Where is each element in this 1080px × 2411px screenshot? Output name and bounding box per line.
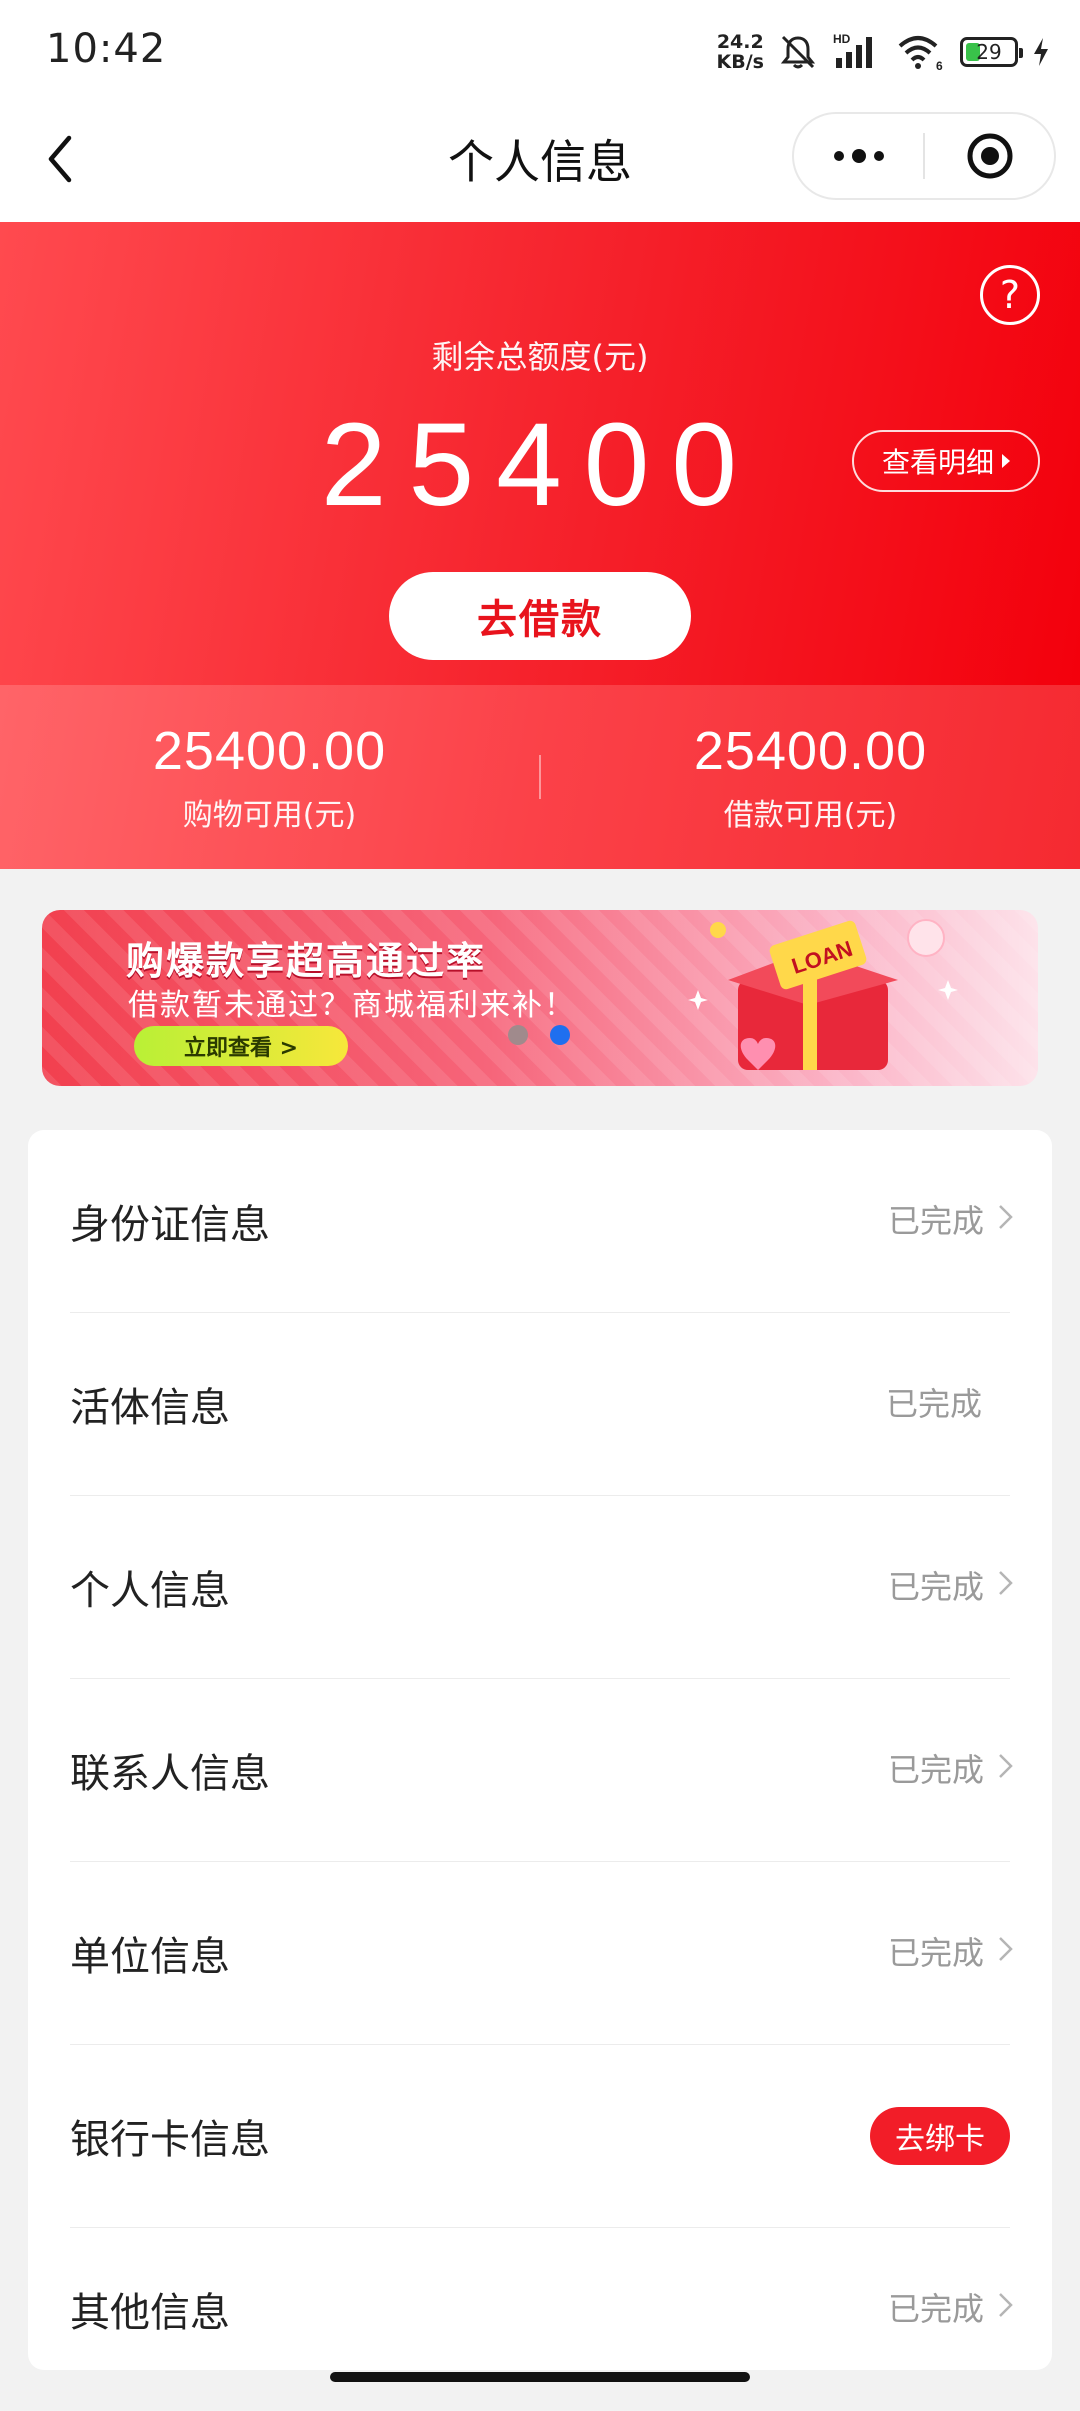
chevron-right-icon — [999, 2293, 1013, 2317]
wifi-6-label: 6 — [936, 59, 943, 72]
banner-subtitle: 借款暂未通过？商城福利来补！ — [128, 988, 576, 1023]
list-item-contacts[interactable]: 联系人信息 已完成 — [28, 1679, 1052, 1862]
list-item-status: 已完成 — [887, 1934, 984, 1972]
banner-pagination — [508, 1025, 570, 1045]
list-item-employer[interactable]: 单位信息 已完成 — [28, 1862, 1052, 2045]
list-item-personal[interactable]: 个人信息 已完成 — [28, 1496, 1052, 1679]
network-speed-unit: KB/s — [716, 51, 764, 73]
list-item-label: 银行卡信息 — [70, 2117, 270, 2163]
list-item-label: 单位信息 — [70, 1934, 230, 1980]
signal-hd-label: HD — [833, 32, 851, 46]
signal-icon: HD — [832, 32, 882, 72]
status-icons: 24.2 KB/s HD 6 29 — [717, 24, 1050, 80]
list-item-label: 身份证信息 — [70, 1202, 270, 1248]
list-item-other[interactable]: 其他信息 已完成 — [28, 2228, 1052, 2411]
list-item-status: 已完成 — [887, 2290, 984, 2328]
list-item-label: 个人信息 — [70, 1568, 230, 1614]
caret-right-icon — [1002, 454, 1010, 468]
loan-available-label: 借款可用(元) — [723, 798, 898, 833]
credit-hero: ? 剩余总额度(元) 25400 查看明细 去借款 — [0, 222, 1080, 685]
banner-dot-active[interactable] — [550, 1025, 570, 1045]
network-speed: 24.2 KB/s — [717, 32, 764, 72]
info-list: 身份证信息 已完成 活体信息 已完成 个人信息 已完成 联系人信息 已完成 单位… — [28, 1130, 1052, 2370]
list-item-bank-card[interactable]: 银行卡信息 去绑卡 — [28, 2045, 1052, 2228]
list-item-status: 已完成 — [887, 1751, 984, 1789]
bind-card-button[interactable]: 去绑卡 — [870, 2107, 1010, 2165]
list-item-status: 已完成 — [887, 1202, 984, 1240]
charging-icon — [1032, 37, 1050, 67]
loan-available-value: 25400.00 — [693, 721, 928, 781]
shopping-available-label: 购物可用(元) — [182, 798, 357, 833]
close-mini-program-button[interactable] — [925, 114, 1054, 198]
more-icon — [833, 149, 884, 163]
banner-dot[interactable] — [508, 1025, 528, 1045]
promo-banner[interactable]: 购爆款享超高通过率 借款暂未通过？商城福利来补！ 立即查看 > LOAN — [42, 910, 1038, 1086]
network-speed-value: 24.2 — [716, 31, 764, 53]
close-target-icon — [967, 133, 1012, 179]
list-item-status: 已完成 — [885, 1385, 982, 1423]
battery-level: 29 — [976, 40, 1002, 64]
shopping-available: 25400.00 购物可用(元) — [0, 685, 539, 869]
banner-title: 购爆款享超高通过率 — [126, 939, 487, 983]
wifi-icon: 6 — [896, 32, 946, 72]
list-item-liveness[interactable]: 活体信息 已完成 — [28, 1313, 1052, 1496]
battery-icon: 29 — [960, 37, 1023, 67]
view-details-label: 查看明细 — [881, 446, 994, 479]
loan-available: 25400.00 借款可用(元) — [541, 685, 1080, 869]
list-item-label: 活体信息 — [70, 1385, 230, 1431]
view-details-button[interactable]: 查看明细 — [852, 430, 1040, 492]
banner-cta-button[interactable]: 立即查看 > — [134, 1026, 348, 1066]
help-icon[interactable]: ? — [980, 265, 1040, 325]
chevron-right-icon — [999, 1205, 1013, 1229]
borrow-button[interactable]: 去借款 — [389, 572, 691, 660]
mini-program-capsule — [792, 112, 1056, 200]
chevron-right-icon — [999, 1754, 1013, 1778]
home-indicator[interactable] — [330, 2372, 750, 2382]
more-button[interactable] — [794, 114, 923, 198]
nav-bar: 个人信息 — [0, 100, 1080, 222]
shopping-available-value: 25400.00 — [152, 721, 387, 781]
list-item-label: 联系人信息 — [70, 1751, 270, 1797]
remaining-limit-label: 剩余总额度(元) — [431, 338, 649, 376]
status-bar: 10:42 24.2 KB/s HD 6 29 — [0, 0, 1080, 100]
available-stats: 25400.00 购物可用(元) 25400.00 借款可用(元) — [0, 685, 1080, 869]
list-item-label: 其他信息 — [70, 2290, 230, 2336]
gift-box-illustration: LOAN — [688, 919, 958, 1070]
list-item-status: 已完成 — [887, 1568, 984, 1606]
chevron-right-icon — [999, 1571, 1013, 1595]
list-item-id-card[interactable]: 身份证信息 已完成 — [28, 1130, 1052, 1313]
status-time: 10:42 — [46, 26, 167, 72]
mute-icon — [778, 32, 818, 72]
chevron-right-icon — [999, 1937, 1013, 1961]
